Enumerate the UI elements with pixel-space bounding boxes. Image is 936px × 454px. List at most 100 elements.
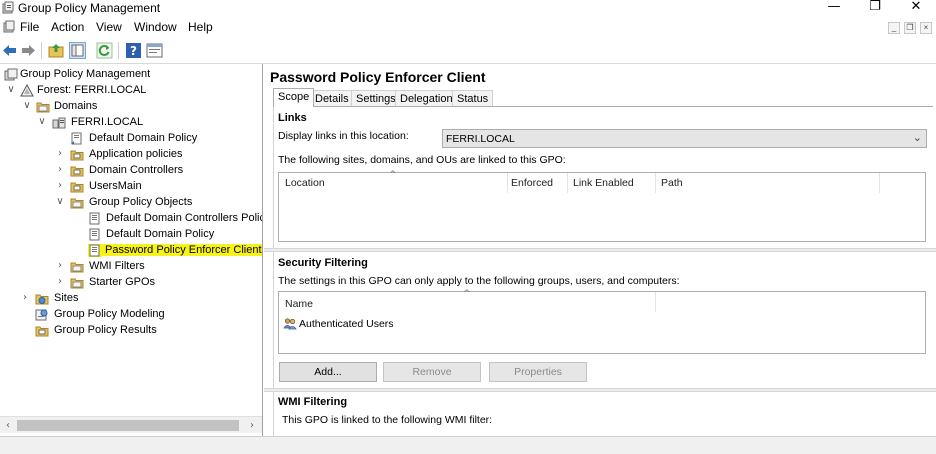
tree-label: FERRI.LOCAL — [71, 116, 144, 128]
tree-node-domains[interactable]: ∨ Domains — [0, 99, 260, 115]
show-hide-tree-icon[interactable] — [69, 42, 86, 59]
menu-window[interactable]: Window — [134, 20, 177, 34]
tree-node-starter-gpos[interactable]: › Starter GPOs — [0, 275, 260, 291]
gpo-title: Password Policy Enforcer Client — [270, 69, 486, 85]
tree-node-domain[interactable]: ∨ FERRI.LOCAL — [0, 115, 260, 131]
console-tree[interactable]: Group Policy Management ∨ Forest: FERRI.… — [0, 64, 263, 436]
section-splitter[interactable] — [264, 388, 936, 392]
collapse-chevron-icon[interactable]: ∨ — [55, 197, 65, 207]
tree-node-gpo[interactable]: Default Domain Controllers Polic — [0, 211, 262, 227]
tree-node-gpo-container[interactable]: ∨ Group Policy Objects — [0, 195, 260, 211]
tree-label: Group Policy Modeling — [54, 308, 165, 320]
column-divider[interactable] — [655, 292, 656, 312]
toolbar: ? — [0, 39, 936, 63]
list-item-authenticated-users[interactable]: Authenticated Users — [283, 316, 483, 332]
links-list[interactable]: Location ^ Enforced Link Enabled Path — [278, 170, 926, 242]
expand-chevron-icon[interactable]: › — [55, 181, 65, 191]
minimize-button[interactable]: — — [812, 0, 856, 16]
tree-label-selected: Password Policy Enforcer Client — [102, 244, 262, 256]
gpo-icon — [89, 228, 100, 241]
tree-node-gpo[interactable]: Default Domain Policy — [0, 227, 260, 243]
tree-node-gpo-selected[interactable]: Password Policy Enforcer Client — [0, 243, 262, 259]
forward-arrow-icon[interactable] — [20, 42, 37, 59]
ou-icon — [70, 166, 84, 177]
child-close-button[interactable]: × — [920, 22, 932, 34]
tree-label: WMI Filters — [89, 260, 145, 272]
column-name[interactable]: Name — [285, 298, 313, 310]
remove-button[interactable]: Remove — [383, 362, 481, 382]
help-icon[interactable]: ? — [125, 42, 142, 59]
tree-node-ou[interactable]: › UsersMain — [0, 179, 260, 195]
scrollbar-thumb[interactable] — [17, 420, 239, 431]
menu-view[interactable]: View — [96, 20, 122, 34]
scroll-left-arrow-icon[interactable]: ‹ — [1, 419, 15, 432]
column-link-enabled[interactable]: Link Enabled — [573, 177, 634, 189]
tree-node-forest[interactable]: ∨ Forest: FERRI.LOCAL — [0, 83, 260, 99]
menu-help[interactable]: Help — [188, 20, 213, 34]
tree-label: Application policies — [89, 148, 183, 160]
back-arrow-icon[interactable] — [1, 42, 18, 59]
child-restore-button[interactable]: ❐ — [904, 22, 916, 34]
column-divider[interactable] — [567, 173, 568, 193]
tree-node-ou[interactable]: › Application policies — [0, 147, 260, 163]
menu-bar: File Action View Window Help _ ❐ × — [0, 17, 936, 38]
column-enforced[interactable]: Enforced — [511, 177, 553, 189]
gpo-icon — [89, 212, 100, 225]
tab-settings[interactable]: Settings — [351, 90, 401, 107]
tree-horizontal-scrollbar[interactable]: ‹ › — [0, 416, 262, 433]
menu-file[interactable]: File — [20, 20, 39, 34]
console-icon — [3, 20, 15, 33]
column-divider[interactable] — [655, 173, 656, 193]
menu-action[interactable]: Action — [51, 20, 84, 34]
column-divider[interactable] — [507, 173, 508, 193]
tab-status[interactable]: Status — [452, 90, 494, 107]
tree-label: Forest: FERRI.LOCAL — [37, 84, 147, 96]
location-dropdown[interactable]: FERRI.LOCAL ⌄ — [442, 129, 927, 148]
collapse-chevron-icon[interactable]: ∨ — [6, 85, 16, 95]
tree-node-ou[interactable]: › Domain Controllers — [0, 163, 260, 179]
tree-node-group-policy-management[interactable]: Group Policy Management — [0, 67, 260, 83]
forest-icon — [20, 84, 34, 97]
sort-ascending-icon: ^ — [389, 170, 397, 180]
refresh-icon[interactable] — [96, 42, 113, 59]
tree-node-modeling[interactable]: Group Policy Modeling — [0, 307, 260, 323]
column-path[interactable]: Path — [661, 177, 683, 189]
tab-delegation[interactable]: Delegation — [395, 90, 458, 107]
folder-icon — [36, 102, 50, 113]
scroll-right-arrow-icon[interactable]: › — [245, 419, 259, 432]
collapse-chevron-icon[interactable]: ∨ — [37, 117, 47, 127]
expand-chevron-icon[interactable]: › — [55, 261, 65, 271]
tree-node-results[interactable]: Group Policy Results — [0, 323, 260, 339]
svg-text:?: ? — [130, 44, 137, 58]
collapse-chevron-icon[interactable]: ∨ — [22, 101, 32, 111]
modeling-icon — [35, 309, 48, 321]
tree-node-sites[interactable]: › Sites — [0, 291, 260, 307]
security-filtering-list[interactable]: Name ^ Authenticated Users — [278, 289, 926, 354]
tree-label: Group Policy Management — [20, 68, 151, 80]
up-folder-icon[interactable] — [48, 42, 65, 59]
tab-scope[interactable]: Scope — [273, 88, 315, 107]
tree-node-gpo-link[interactable]: Default Domain Policy — [0, 131, 260, 147]
tree-node-wmi-filters[interactable]: › WMI Filters — [0, 259, 260, 275]
column-location[interactable]: Location — [285, 177, 325, 189]
tab-details[interactable]: Details — [310, 90, 354, 107]
domain-icon — [52, 117, 66, 129]
wmi-filtering-heading: WMI Filtering — [278, 396, 348, 408]
column-divider[interactable] — [879, 173, 880, 193]
close-button[interactable]: ✕ — [894, 0, 936, 16]
properties-icon[interactable] — [146, 42, 163, 59]
properties-button[interactable]: Properties — [489, 362, 587, 382]
expand-chevron-icon[interactable]: › — [55, 165, 65, 175]
restore-button[interactable]: ❐ — [853, 0, 897, 16]
security-filtering-heading: Security Filtering — [278, 257, 368, 269]
expand-chevron-icon[interactable]: › — [55, 277, 65, 287]
expand-chevron-icon[interactable]: › — [20, 293, 30, 303]
display-links-label: Display links in this location: — [278, 130, 409, 142]
section-splitter[interactable] — [264, 248, 936, 252]
wmi-filtering-description: This GPO is linked to the following WMI … — [282, 414, 493, 426]
expand-chevron-icon[interactable]: › — [55, 149, 65, 159]
child-minimize-button[interactable]: _ — [888, 22, 900, 34]
add-button[interactable]: Add... — [279, 362, 377, 382]
title-bar: Group Policy Management — ❐ ✕ — [0, 0, 936, 16]
tree-label: Domain Controllers — [89, 164, 184, 176]
